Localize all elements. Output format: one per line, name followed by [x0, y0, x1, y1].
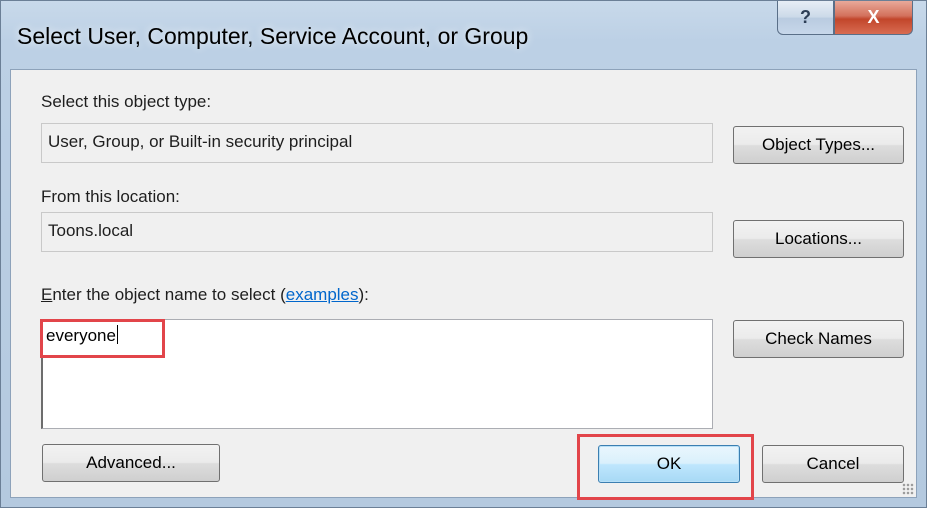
close-button[interactable]: X [834, 1, 913, 35]
input-highlight-box [40, 319, 165, 358]
mnemonic-e: E [41, 285, 53, 304]
dialog-window: Select User, Computer, Service Account, … [0, 0, 927, 508]
dialog-body: Select this object type: User, Group, or… [10, 69, 917, 500]
ok-button[interactable]: OK [598, 445, 740, 483]
locations-button[interactable]: Locations... [733, 220, 904, 258]
object-name-label-text: nter the object name to select ( [52, 285, 286, 304]
object-name-label-suffix: ): [358, 285, 369, 304]
title-bar[interactable]: Select User, Computer, Service Account, … [1, 1, 926, 69]
help-icon: ? [800, 7, 811, 27]
object-type-field: User, Group, or Built-in security princi… [41, 123, 713, 163]
examples-link[interactable]: examples [286, 285, 359, 304]
help-button[interactable]: ? [777, 1, 834, 35]
object-name-label: Enter the object name to select (example… [41, 285, 369, 305]
dialog-title: Select User, Computer, Service Account, … [17, 23, 529, 49]
check-names-button[interactable]: Check Names [733, 320, 904, 358]
location-label: From this location: [41, 187, 180, 206]
object-type-label: Select this object type: [41, 92, 212, 111]
resize-grip[interactable] [902, 483, 914, 495]
close-icon: X [867, 7, 880, 27]
object-types-button[interactable]: Object Types... [733, 126, 904, 164]
advanced-button[interactable]: Advanced... [42, 444, 220, 482]
location-field: Toons.local [41, 212, 713, 252]
cancel-button[interactable]: Cancel [762, 445, 904, 483]
